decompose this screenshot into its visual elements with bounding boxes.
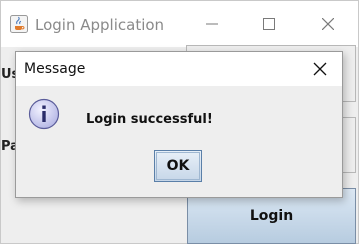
java-cup-icon <box>10 15 28 33</box>
maximize-icon[interactable] <box>254 13 284 35</box>
close-icon[interactable] <box>313 13 343 35</box>
ok-button[interactable]: OK <box>154 150 202 182</box>
information-icon <box>28 98 60 130</box>
main-titlebar[interactable]: Login Application <box>1 1 358 47</box>
message-dialog: Message Login successful! OK <box>15 51 343 198</box>
dialog-titlebar[interactable]: Message <box>16 52 342 86</box>
window-title: Login Application <box>35 16 165 34</box>
dialog-message: Login successful! <box>86 112 213 127</box>
minimize-icon[interactable] <box>197 13 227 35</box>
dialog-title: Message <box>24 61 86 77</box>
dialog-close-icon[interactable] <box>308 58 332 80</box>
